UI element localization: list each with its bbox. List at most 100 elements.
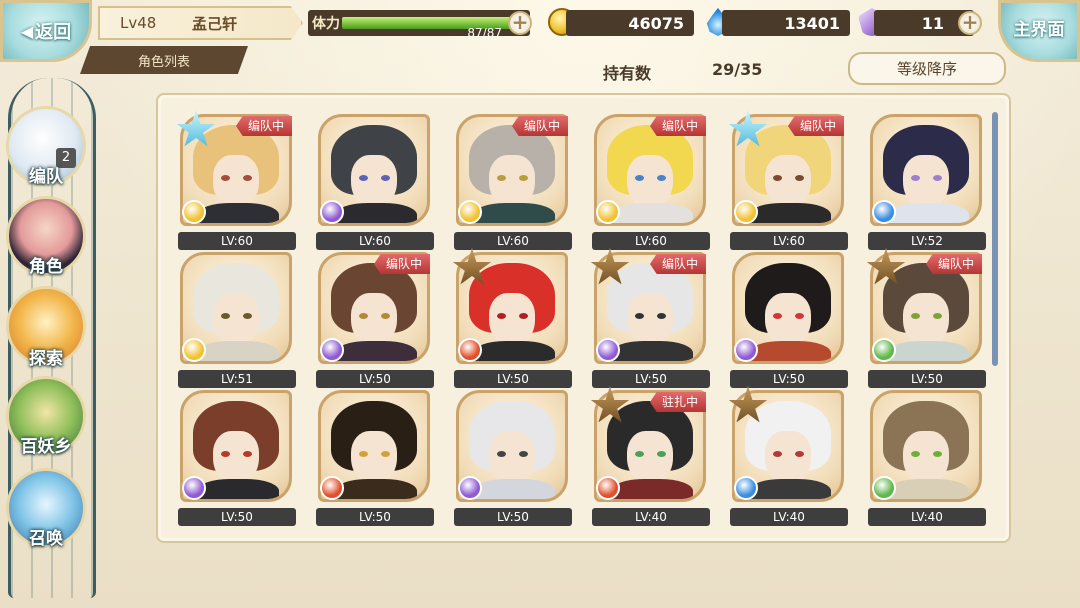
status-tag: 编队中 (787, 116, 844, 136)
character-level: LV:50 (454, 370, 572, 388)
element-purple-icon (320, 338, 344, 362)
character-card[interactable]: 编队中 LV:60 (454, 114, 574, 250)
player-info-banner: Lv48 孟己轩 (98, 6, 303, 40)
character-eye (657, 313, 666, 319)
character-eye (933, 175, 942, 181)
character-eye (497, 451, 506, 457)
character-outfit (749, 479, 831, 499)
character-face (627, 431, 673, 485)
grid-scrollbar[interactable] (992, 112, 998, 366)
status-tag: 驻扎中 (649, 392, 706, 412)
character-card[interactable]: 编队中 LV:60 (592, 114, 712, 250)
character-eye (381, 313, 390, 319)
character-card[interactable]: LV:40 (868, 390, 988, 526)
character-eye (243, 313, 252, 319)
character-eye (933, 313, 942, 319)
character-eye (497, 313, 506, 319)
character-card[interactable]: LV:50 (316, 390, 436, 526)
character-face (489, 431, 535, 485)
character-card[interactable]: 编队中 LV:50 (590, 248, 712, 388)
character-level: LV:60 (316, 232, 434, 250)
character-eye (359, 451, 368, 457)
character-face (213, 293, 259, 347)
character-eye (635, 175, 644, 181)
character-level: LV:60 (178, 232, 296, 250)
character-level: LV:50 (316, 370, 434, 388)
character-level: LV:50 (730, 370, 848, 388)
character-card[interactable]: LV:50 (452, 248, 574, 388)
character-eye (795, 175, 804, 181)
character-face (903, 431, 949, 485)
sidebar-item-explore-label: 探索 (29, 349, 63, 369)
character-face (903, 293, 949, 347)
character-card[interactable]: LV:51 (178, 252, 298, 388)
character-card[interactable]: 编队中 LV:50 (866, 248, 988, 388)
element-purple-icon (182, 476, 206, 500)
character-face (351, 155, 397, 209)
stamina-bar: 体力 87/87 (308, 10, 530, 40)
character-outfit (473, 341, 555, 361)
add-crystal-button[interactable]: + (958, 11, 982, 35)
add-stamina-button[interactable]: + (508, 11, 532, 35)
back-label: 返回 (35, 22, 72, 43)
character-card[interactable]: 编队中 LV:50 (316, 252, 436, 388)
character-face (489, 293, 535, 347)
status-tag: 编队中 (235, 116, 292, 136)
character-level: LV:50 (868, 370, 986, 388)
character-eye (221, 175, 230, 181)
element-red-icon (320, 476, 344, 500)
character-outfit (197, 479, 279, 499)
element-purple-icon (458, 476, 482, 500)
character-outfit (197, 341, 279, 361)
character-eye (933, 451, 942, 457)
status-tag: 编队中 (925, 254, 982, 274)
character-face (213, 431, 259, 485)
character-level: LV:40 (592, 508, 710, 526)
character-card[interactable]: LV:40 (728, 386, 850, 526)
character-level: LV:50 (454, 508, 572, 526)
character-card[interactable]: 编队中 LV:60 (728, 110, 850, 250)
character-outfit (473, 203, 555, 223)
character-card[interactable]: 编队中 LV:60 (176, 110, 298, 250)
character-eye (773, 313, 782, 319)
character-outfit (335, 203, 417, 223)
sort-button[interactable]: 等级降序 (848, 52, 1006, 85)
character-face (627, 155, 673, 209)
character-eye (773, 451, 782, 457)
character-level: LV:60 (730, 232, 848, 250)
status-tag: 编队中 (649, 116, 706, 136)
character-card[interactable]: LV:52 (868, 114, 988, 250)
character-level: LV:52 (868, 232, 986, 250)
character-face (627, 293, 673, 347)
soul-fire-value: 13401 (784, 13, 840, 33)
character-level: LV:60 (592, 232, 710, 250)
element-gold-icon (182, 338, 206, 362)
status-tag: 编队中 (511, 116, 568, 136)
character-eye (795, 451, 804, 457)
character-face (765, 293, 811, 347)
character-outfit (887, 341, 969, 361)
character-card[interactable]: LV:50 (730, 252, 850, 388)
player-level: Lv48 (120, 14, 157, 32)
element-red-icon (596, 476, 620, 500)
owned-count: 29/35 (712, 60, 763, 79)
character-eye (519, 313, 528, 319)
character-face (765, 431, 811, 485)
element-green-icon (872, 338, 896, 362)
character-card[interactable]: LV:60 (316, 114, 436, 250)
character-outfit (749, 341, 831, 361)
element-purple-icon (596, 338, 620, 362)
character-card[interactable]: LV:50 (454, 390, 574, 526)
character-outfit (335, 479, 417, 499)
status-tag: 编队中 (373, 254, 430, 274)
element-gold-icon (596, 200, 620, 224)
character-card[interactable]: LV:50 (178, 390, 298, 526)
character-face (213, 155, 259, 209)
owned-label: 持有数 (603, 64, 652, 83)
tab-role-list[interactable]: 角色列表 (80, 46, 248, 74)
character-eye (795, 313, 804, 319)
character-eye (773, 175, 782, 181)
character-card[interactable]: 驻扎中 LV:40 (590, 386, 712, 526)
character-eye (657, 175, 666, 181)
character-eye (221, 451, 230, 457)
